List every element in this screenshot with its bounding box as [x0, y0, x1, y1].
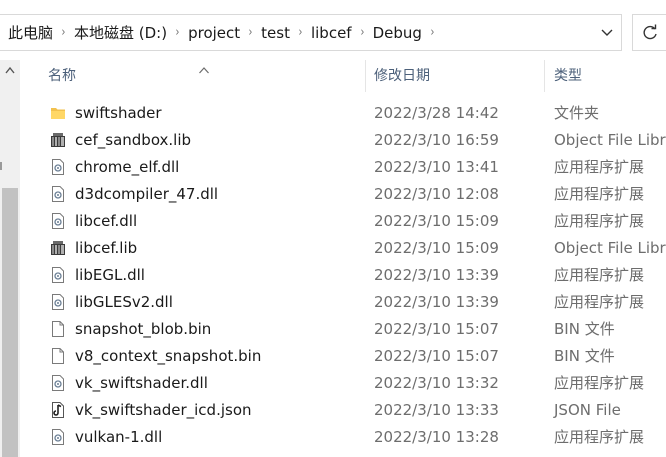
dll-file-icon — [50, 267, 66, 283]
file-name: libGLESv2.dll — [75, 293, 173, 311]
file-row[interactable]: d3dcompiler_47.dll 2022/3/10 12:08 应用程序扩… — [20, 181, 666, 208]
file-type: 应用程序扩展 — [554, 293, 645, 311]
dll-file-icon — [50, 186, 66, 202]
file-type: 应用程序扩展 — [554, 428, 645, 446]
file-modified-date: 2022/3/10 13:28 — [374, 428, 499, 446]
navigation-pane-scrollbar[interactable] — [0, 60, 20, 457]
file-name: swiftshader — [75, 104, 162, 122]
file-name: v8_context_snapshot.bin — [75, 347, 262, 365]
file-modified-date: 2022/3/10 13:39 — [374, 293, 499, 311]
file-row[interactable]: snapshot_blob.bin 2022/3/10 15:07 BIN 文件 — [20, 316, 666, 343]
file-modified-date: 2022/3/10 15:07 — [374, 347, 499, 365]
file-row[interactable]: vk_swiftshader_icd.json 2022/3/10 13:33 … — [20, 397, 666, 424]
file-modified-date: 2022/3/10 15:09 — [374, 212, 499, 230]
dll-file-icon — [50, 213, 66, 229]
column-header-date[interactable]: 修改日期 — [374, 60, 430, 92]
dll-file-icon — [50, 159, 66, 175]
column-divider[interactable] — [365, 60, 366, 92]
file-type: Object File Library — [554, 239, 666, 257]
file-modified-date: 2022/3/10 15:09 — [374, 239, 499, 257]
library-file-icon — [50, 132, 66, 148]
file-type: BIN 文件 — [554, 347, 615, 365]
file-row[interactable]: vulkan-1.dll 2022/3/10 13:28 应用程序扩展 — [20, 424, 666, 451]
sort-ascending-icon — [198, 60, 210, 79]
scrollbar-thumb[interactable] — [2, 188, 18, 457]
file-type: 应用程序扩展 — [554, 158, 645, 176]
refresh-button[interactable] — [632, 14, 666, 51]
blank-file-icon — [50, 348, 66, 364]
file-type: 应用程序扩展 — [554, 266, 645, 284]
file-row[interactable]: cef_sandbox.lib 2022/3/10 16:59 Object F… — [20, 127, 666, 154]
file-row[interactable]: vk_swiftshader.dll 2022/3/10 13:32 应用程序扩… — [20, 370, 666, 397]
breadcrumb-item-local-disk[interactable]: 本地磁盘 (D:) — [74, 22, 167, 43]
dll-file-icon — [50, 375, 66, 391]
file-row[interactable]: chrome_elf.dll 2022/3/10 13:41 应用程序扩展 — [20, 154, 666, 181]
file-type: BIN 文件 — [554, 320, 615, 338]
file-modified-date: 2022/3/10 15:07 — [374, 320, 499, 338]
library-file-icon — [50, 240, 66, 256]
chevron-right-icon[interactable]: › — [425, 25, 441, 40]
chevron-right-icon[interactable]: › — [243, 25, 259, 40]
breadcrumb: 此电脑 › 本地磁盘 (D:) › project › test › libce… — [8, 15, 443, 50]
file-name: libcef.dll — [75, 212, 138, 230]
blank-file-icon — [50, 321, 66, 337]
file-row[interactable]: libcef.dll 2022/3/10 15:09 应用程序扩展 — [20, 208, 666, 235]
json-file-icon — [50, 402, 66, 418]
column-header-name[interactable]: 名称 — [48, 60, 76, 92]
file-type: 应用程序扩展 — [554, 212, 645, 230]
chevron-up-icon — [5, 66, 15, 74]
chevron-right-icon[interactable]: › — [354, 25, 370, 40]
scroll-up-button[interactable] — [0, 60, 20, 82]
file-name: libEGL.dll — [75, 266, 145, 284]
chevron-down-icon[interactable] — [599, 24, 615, 40]
breadcrumb-item-libcef[interactable]: libcef — [311, 24, 352, 42]
chevron-right-icon[interactable]: › — [293, 25, 309, 40]
file-modified-date: 2022/3/10 13:32 — [374, 374, 499, 392]
file-name: d3dcompiler_47.dll — [75, 185, 219, 203]
address-bar[interactable]: 此电脑 › 本地磁盘 (D:) › project › test › libce… — [0, 14, 622, 51]
file-name: vk_swiftshader_icd.json — [75, 401, 252, 419]
pane-edge-marker — [0, 162, 2, 170]
file-modified-date: 2022/3/10 13:33 — [374, 401, 499, 419]
explorer-window: 此电脑 › 本地磁盘 (D:) › project › test › libce… — [0, 0, 666, 457]
file-name: libcef.lib — [75, 239, 138, 257]
file-name: chrome_elf.dll — [75, 158, 180, 176]
breadcrumb-item-debug[interactable]: Debug — [373, 24, 422, 42]
file-row[interactable]: libEGL.dll 2022/3/10 13:39 应用程序扩展 — [20, 262, 666, 289]
file-modified-date: 2022/3/10 13:41 — [374, 158, 499, 176]
file-modified-date: 2022/3/10 12:08 — [374, 185, 499, 203]
file-row[interactable]: libGLESv2.dll 2022/3/10 13:39 应用程序扩展 — [20, 289, 666, 316]
file-type: Object File Library — [554, 131, 666, 149]
breadcrumb-item-this-pc[interactable]: 此电脑 — [8, 22, 53, 43]
column-header-type[interactable]: 类型 — [554, 60, 582, 92]
file-modified-date: 2022/3/28 14:42 — [374, 104, 499, 122]
file-type: 应用程序扩展 — [554, 374, 645, 392]
column-divider[interactable] — [544, 60, 545, 92]
refresh-icon — [643, 24, 657, 40]
file-type: 文件夹 — [554, 104, 600, 122]
file-name: vk_swiftshader.dll — [75, 374, 208, 392]
column-header: 名称 修改日期 类型 — [20, 60, 666, 92]
file-list: swiftshader 2022/3/28 14:42 文件夹 cef_sand… — [20, 100, 666, 451]
file-row[interactable]: v8_context_snapshot.bin 2022/3/10 15:07 … — [20, 343, 666, 370]
dll-file-icon — [50, 429, 66, 445]
chevron-right-icon[interactable]: › — [170, 25, 186, 40]
folder-icon — [50, 105, 66, 121]
file-row[interactable]: swiftshader 2022/3/28 14:42 文件夹 — [20, 100, 666, 127]
file-type: 应用程序扩展 — [554, 185, 645, 203]
file-type: JSON File — [554, 401, 621, 419]
file-name: cef_sandbox.lib — [75, 131, 192, 149]
file-row[interactable]: libcef.lib 2022/3/10 15:09 Object File L… — [20, 235, 666, 262]
file-modified-date: 2022/3/10 16:59 — [374, 131, 499, 149]
file-name: snapshot_blob.bin — [75, 320, 212, 338]
chevron-right-icon[interactable]: › — [56, 25, 72, 40]
file-modified-date: 2022/3/10 13:39 — [374, 266, 499, 284]
file-name: vulkan-1.dll — [75, 428, 163, 446]
breadcrumb-item-project[interactable]: project — [188, 24, 240, 42]
dll-file-icon — [50, 294, 66, 310]
breadcrumb-item-test[interactable]: test — [261, 24, 290, 42]
